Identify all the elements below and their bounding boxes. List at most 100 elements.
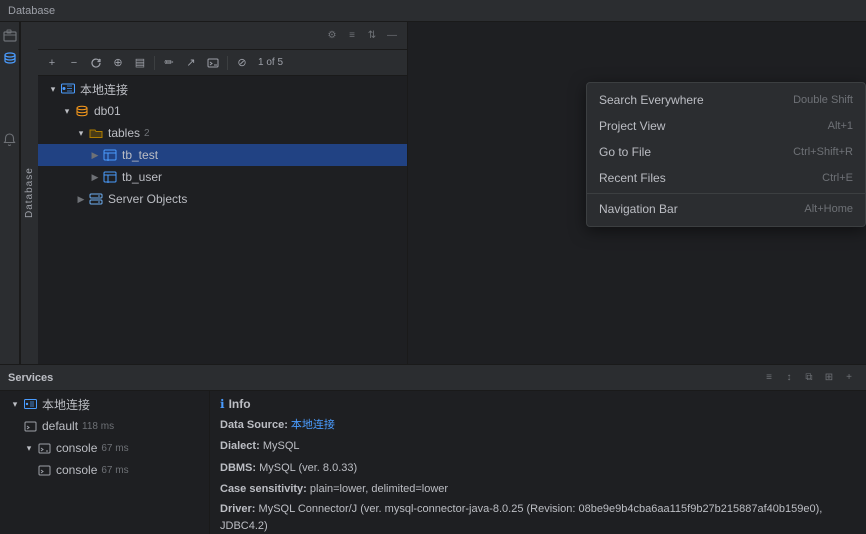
sidebar-icon-notifications[interactable] <box>0 130 20 150</box>
info-dialect-value: MySQL <box>263 440 300 452</box>
qa-shortcut-goto: Ctrl+Shift+R <box>793 146 853 158</box>
db-panel: ⚙ ≡ ⇅ — + − ⊕ ▤ ✏ ↗ <box>38 22 408 364</box>
info-datasource-key: Data Source: <box>220 419 288 431</box>
tables-badge: 2 <box>144 128 150 139</box>
svc-console-child-time: 67 ms <box>101 465 128 476</box>
tree-connection[interactable]: ▾ 本地连接 <box>38 78 407 100</box>
layout-action-btn[interactable]: ≡ <box>343 27 361 45</box>
toolbar-refresh-btn[interactable] <box>86 53 106 73</box>
bp-add-btn[interactable]: + <box>840 369 858 387</box>
toolbar-pager: 1 of 5 <box>258 57 283 68</box>
info-case-value: plain=lower, delimited=lower <box>310 483 448 495</box>
svc-default-label: default <box>42 419 78 433</box>
info-dbms-value: MySQL (ver. 8.0.33) <box>259 462 357 474</box>
toolbar-add-btn[interactable]: + <box>42 53 62 73</box>
info-datasource-row: Data Source: 本地连接 <box>220 417 856 434</box>
info-panel: ℹ Info Data Source: 本地连接 Dialect: MySQL … <box>210 391 866 534</box>
svc-console-parent-time: 67 ms <box>101 443 128 454</box>
qa-recent-files[interactable]: Recent Files Ctrl+E <box>587 165 865 191</box>
bp-split-btn[interactable]: ⧉ <box>800 369 818 387</box>
folder-icon <box>88 125 104 141</box>
db-panel-actions: ⚙ ≡ ⇅ — <box>323 27 401 45</box>
tree-db01[interactable]: ▾ db01 <box>38 100 407 122</box>
right-panel: Search Everywhere Double Shift Project V… <box>408 22 866 364</box>
tree-tb-test[interactable]: ▶ tb_test <box>38 144 407 166</box>
tree-arrow-server: ▶ <box>74 192 88 206</box>
toolbar-remove-btn[interactable]: − <box>64 53 84 73</box>
bp-list-btn[interactable]: ≡ <box>760 369 778 387</box>
sidebar-icon-project[interactable] <box>0 26 20 46</box>
info-header: ℹ Info <box>220 397 856 411</box>
info-dialect-key: Dialect: <box>220 440 260 452</box>
toolbar-edit-btn[interactable]: ✏ <box>159 53 179 73</box>
info-datasource-value: 本地连接 <box>291 419 335 431</box>
sort-action-btn[interactable]: ⇅ <box>363 27 381 45</box>
db-tree: ▾ 本地连接 ▾ <box>38 76 407 364</box>
qa-label-recent: Recent Files <box>599 171 666 185</box>
quick-action-overlay: Search Everywhere Double Shift Project V… <box>586 82 866 227</box>
tree-arrow-tbtest: ▶ <box>88 148 102 162</box>
db01-label: db01 <box>94 104 121 118</box>
svc-console-child[interactable]: console 67 ms <box>0 459 209 481</box>
svc-icon-console-child <box>36 462 52 478</box>
info-driver-row: Driver: MySQL Connector/J (ver. mysql-co… <box>220 501 856 534</box>
tree-server-objects[interactable]: ▶ Server Objects <box>38 188 407 210</box>
svc-console-parent-label: console <box>56 441 97 455</box>
server-icon <box>88 191 104 207</box>
settings-action-btn[interactable]: ⚙ <box>323 27 341 45</box>
server-objects-label: Server Objects <box>108 192 187 206</box>
info-icon: ℹ <box>220 397 225 411</box>
qa-nav-bar[interactable]: Navigation Bar Alt+Home <box>587 196 865 222</box>
svc-console-child-label: console <box>56 463 97 477</box>
svc-console-parent[interactable]: ▾ console 67 ms <box>0 437 209 459</box>
db-icon <box>74 103 90 119</box>
title-bar: Database <box>0 0 866 22</box>
qa-go-to-file[interactable]: Go to File Ctrl+Shift+R <box>587 139 865 165</box>
svc-icon-default <box>22 418 38 434</box>
qa-shortcut-project: Alt+1 <box>828 120 853 132</box>
toolbar-properties-btn[interactable]: ⊕ <box>108 53 128 73</box>
qa-label-project: Project View <box>599 119 665 133</box>
svc-arrow-connection: ▾ <box>8 397 22 411</box>
quick-action-divider <box>587 193 865 194</box>
tables-label: tables <box>108 126 140 140</box>
tree-arrow-tbuser: ▶ <box>88 170 102 184</box>
bp-group-btn[interactable]: ⊞ <box>820 369 838 387</box>
title-text: Database <box>8 5 55 17</box>
tree-tb-user[interactable]: ▶ tb_user <box>38 166 407 188</box>
qa-project-view[interactable]: Project View Alt+1 <box>587 113 865 139</box>
db-vert-label: Database <box>20 22 38 364</box>
tree-arrow-tables: ▾ <box>74 126 88 140</box>
qa-label-goto: Go to File <box>599 145 651 159</box>
info-dialect-row: Dialect: MySQL <box>220 438 856 455</box>
svc-icon-console <box>36 440 52 456</box>
info-driver-key: Driver: <box>220 503 255 515</box>
db-toolbar: + − ⊕ ▤ ✏ ↗ ⊘ 1 of 5 <box>38 50 407 76</box>
qa-search-everywhere[interactable]: Search Everywhere Double Shift <box>587 87 865 113</box>
bottom-panel-title: Services <box>8 372 53 384</box>
qa-shortcut-search: Double Shift <box>793 94 853 106</box>
svc-default-time: 118 ms <box>82 421 114 432</box>
tree-tables[interactable]: ▾ tables 2 <box>38 122 407 144</box>
toolbar-filter-btn[interactable]: ⊘ <box>232 53 252 73</box>
connection-label: 本地连接 <box>80 81 128 98</box>
bottom-panel-content: ▾ 本地连接 d <box>0 391 866 534</box>
bottom-panel: Services ≡ ↕ ⧉ ⊞ + ▾ 本地连接 <box>0 364 866 534</box>
main-area: Database ⚙ ≡ ⇅ — + − ⊕ ▤ ✏ <box>0 22 866 364</box>
sidebar-icons <box>0 22 20 364</box>
tbuser-label: tb_user <box>122 170 162 184</box>
close-action-btn[interactable]: — <box>383 27 401 45</box>
services-tree: ▾ 本地连接 d <box>0 391 210 534</box>
svc-conn-label: 本地连接 <box>42 396 90 413</box>
tree-arrow-connection: ▾ <box>46 82 60 96</box>
svc-default[interactable]: default 118 ms <box>0 415 209 437</box>
info-case-key: Case sensitivity: <box>220 483 307 495</box>
bp-expand-btn[interactable]: ↕ <box>780 369 798 387</box>
toolbar-view-btn[interactable]: ▤ <box>130 53 150 73</box>
toolbar-jump-btn[interactable]: ↗ <box>181 53 201 73</box>
info-driver-value: MySQL Connector/J (ver. mysql-connector-… <box>220 503 822 532</box>
toolbar-console-btn[interactable] <box>203 53 223 73</box>
svc-connection[interactable]: ▾ 本地连接 <box>0 393 209 415</box>
qa-label-search: Search Everywhere <box>599 93 704 107</box>
sidebar-icon-database[interactable] <box>0 48 20 68</box>
